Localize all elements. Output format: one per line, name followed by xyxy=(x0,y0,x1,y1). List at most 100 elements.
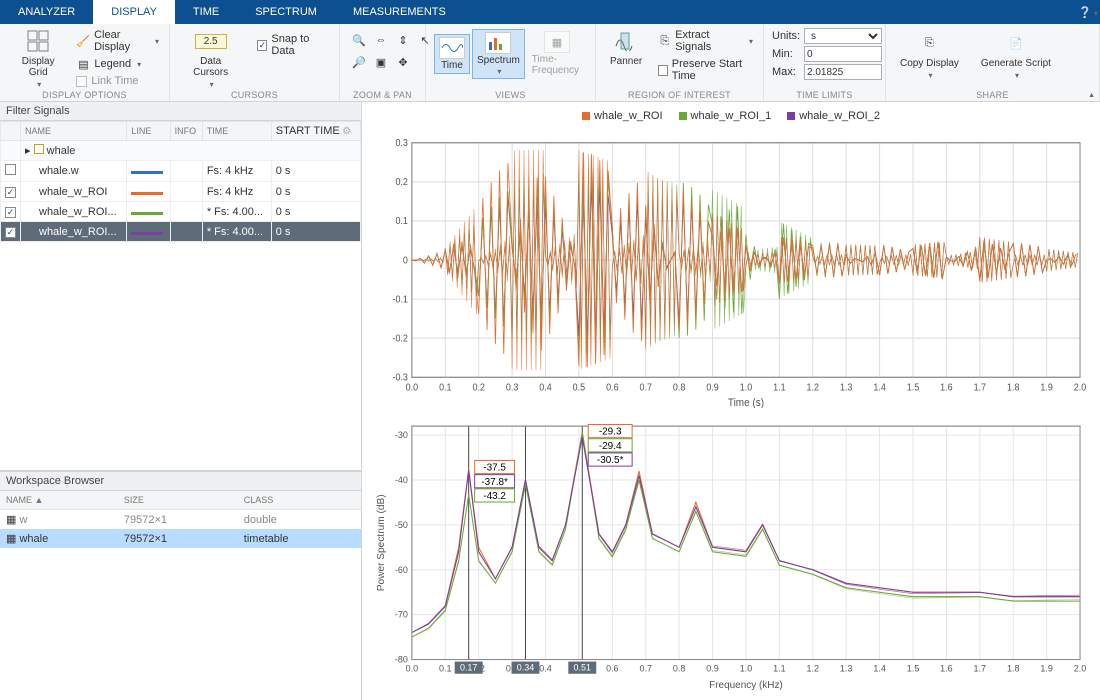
svg-text:0.4: 0.4 xyxy=(539,381,551,393)
col-line[interactable]: LINE xyxy=(127,122,170,141)
svg-text:1.1: 1.1 xyxy=(773,381,785,393)
checkbox-icon[interactable] xyxy=(5,187,16,198)
grid-icon xyxy=(25,28,51,54)
svg-text:1.0: 1.0 xyxy=(740,664,752,674)
spectrum-plot[interactable]: 0.00.10.20.30.40.50.60.70.80.91.01.11.21… xyxy=(372,418,1090,692)
svg-text:-50: -50 xyxy=(395,520,408,530)
svg-text:-80: -80 xyxy=(395,655,408,665)
col-start[interactable]: START TIME ⚙ xyxy=(271,122,360,141)
workspace-row[interactable]: ▦ whale79572×1timetable xyxy=(0,529,361,548)
svg-text:1.1: 1.1 xyxy=(773,664,785,674)
snap-to-data-checkbox[interactable]: Snap to Data xyxy=(255,32,331,58)
ws-col-class[interactable]: CLASS xyxy=(238,491,361,510)
signal-group-row[interactable]: ▸ whale xyxy=(1,141,361,161)
group-label: CURSORS xyxy=(170,90,339,100)
copy-display-button[interactable]: ⎘Copy Display▾ xyxy=(894,28,965,82)
svg-text:1.5: 1.5 xyxy=(907,664,919,674)
svg-text:-30.5*: -30.5* xyxy=(597,455,624,466)
app-tabs: ANALYZER DISPLAY TIME SPECTRUM MEASUREME… xyxy=(0,0,1100,24)
max-label: Max: xyxy=(772,66,802,78)
svg-text:0.0: 0.0 xyxy=(406,381,418,393)
svg-text:1.8: 1.8 xyxy=(1007,664,1019,674)
svg-text:1.7: 1.7 xyxy=(974,381,986,393)
svg-text:-0.3: -0.3 xyxy=(392,371,407,383)
zoom-in-icon[interactable]: 🔍 xyxy=(348,30,370,50)
tab-analyzer[interactable]: ANALYZER xyxy=(0,0,93,24)
svg-text:-70: -70 xyxy=(395,610,408,620)
min-input[interactable] xyxy=(804,46,882,62)
legend-button[interactable]: ▤Legend▾ xyxy=(74,56,161,72)
signal-table: NAME LINE INFO TIME START TIME ⚙ ▸ whale… xyxy=(0,121,361,242)
copy-icon: ⎘ xyxy=(916,30,942,56)
min-label: Min: xyxy=(772,48,802,60)
zoom-out-icon[interactable]: 🔎 xyxy=(348,52,370,72)
signal-row[interactable]: whale.w Fs: 4 kHz0 s xyxy=(1,161,361,182)
signal-row[interactable]: whale_w_ROI Fs: 4 kHz0 s xyxy=(1,182,361,202)
svg-text:1.8: 1.8 xyxy=(1007,381,1019,393)
ribbon: Display Grid▾ 🧹Clear Display▾ ▤Legend▾ L… xyxy=(0,24,1100,102)
tab-display[interactable]: DISPLAY xyxy=(93,0,175,24)
svg-text:0.6: 0.6 xyxy=(606,381,618,393)
time-frequency-button[interactable]: ▦Time-Frequency xyxy=(527,28,587,79)
time-view-button[interactable]: Time xyxy=(434,34,470,74)
checkbox-icon[interactable] xyxy=(5,207,16,218)
link-time-checkbox[interactable]: Link Time xyxy=(74,74,161,88)
legend-icon: ▤ xyxy=(76,57,90,71)
svg-text:1.3: 1.3 xyxy=(840,664,852,674)
col-info[interactable]: INFO xyxy=(170,122,202,141)
svg-text:0.3: 0.3 xyxy=(395,137,407,149)
tab-time[interactable]: TIME xyxy=(175,0,237,24)
group-label: TIME LIMITS xyxy=(764,90,885,100)
checkbox-icon[interactable] xyxy=(5,164,16,175)
pan-icon[interactable]: ✥ xyxy=(392,52,414,72)
clear-display-button[interactable]: 🧹Clear Display▾ xyxy=(74,28,161,54)
panner-button[interactable]: Panner xyxy=(604,26,648,69)
signal-row[interactable]: whale_w_ROI... * Fs: 4.00...0 s xyxy=(1,222,361,242)
collapse-ribbon-icon[interactable]: ▲ xyxy=(1088,92,1095,99)
spectrogram-icon: ▦ xyxy=(544,31,570,53)
spectrum-view-button[interactable]: Spectrum▾ xyxy=(472,29,525,79)
signal-row[interactable]: whale_w_ROI... * Fs: 4.00...0 s xyxy=(1,202,361,222)
svg-text:1.2: 1.2 xyxy=(807,381,819,393)
svg-text:0.1: 0.1 xyxy=(439,381,451,393)
display-grid-button[interactable]: Display Grid▾ xyxy=(8,26,68,91)
tab-spectrum[interactable]: SPECTRUM xyxy=(237,0,335,24)
plot-area: whale_w_ROI whale_w_ROI_1 whale_w_ROI_2 … xyxy=(362,102,1100,700)
svg-text:-40: -40 xyxy=(395,475,408,485)
var-icon: ▦ xyxy=(6,514,16,526)
col-name[interactable]: NAME xyxy=(21,122,127,141)
group-label: SHARE xyxy=(886,90,1099,100)
units-select[interactable]: s xyxy=(804,28,882,44)
data-cursors-button[interactable]: 2.5 Data Cursors▾ xyxy=(178,26,243,91)
workspace-row[interactable]: ▦ w79572×1double xyxy=(0,510,361,530)
svg-text:0.9: 0.9 xyxy=(706,381,718,393)
wave-icon xyxy=(439,37,465,59)
ws-col-name[interactable]: NAME ▲ xyxy=(0,491,118,510)
svg-text:1.4: 1.4 xyxy=(873,381,885,393)
zoom-x-icon[interactable]: ⇔ xyxy=(370,30,392,50)
group-label: VIEWS xyxy=(426,90,595,100)
gear-icon[interactable]: ⚙ xyxy=(342,126,351,137)
zoom-y-icon[interactable]: ⇕ xyxy=(392,30,414,50)
extract-signals-button[interactable]: ⎘Extract Signals▾ xyxy=(656,28,755,54)
preserve-start-checkbox[interactable]: Preserve Start Time xyxy=(656,57,755,83)
svg-text:1.6: 1.6 xyxy=(940,664,952,674)
svg-text:0: 0 xyxy=(403,254,408,266)
max-input[interactable] xyxy=(804,64,882,80)
svg-text:1.2: 1.2 xyxy=(807,664,819,674)
svg-text:-0.2: -0.2 xyxy=(392,332,407,344)
generate-script-button[interactable]: 📄Generate Script▾ xyxy=(975,28,1057,82)
ws-col-size[interactable]: SIZE xyxy=(118,491,238,510)
svg-text:1.5: 1.5 xyxy=(907,381,919,393)
col-time[interactable]: TIME xyxy=(202,122,271,141)
time-plot[interactable]: 0.00.10.20.30.40.50.60.70.80.91.01.11.21… xyxy=(372,134,1090,408)
fit-icon[interactable]: ▣ xyxy=(370,52,392,72)
tab-measurements[interactable]: MEASUREMENTS xyxy=(335,0,464,24)
svg-text:-43.2: -43.2 xyxy=(483,491,506,502)
script-icon: 📄 xyxy=(1003,30,1029,56)
svg-text:0.9: 0.9 xyxy=(706,664,718,674)
checkbox-icon[interactable] xyxy=(5,227,16,238)
help-icon[interactable]: ❔▾ xyxy=(1076,6,1100,19)
svg-text:1.6: 1.6 xyxy=(940,381,952,393)
svg-text:Frequency (kHz): Frequency (kHz) xyxy=(709,680,783,691)
